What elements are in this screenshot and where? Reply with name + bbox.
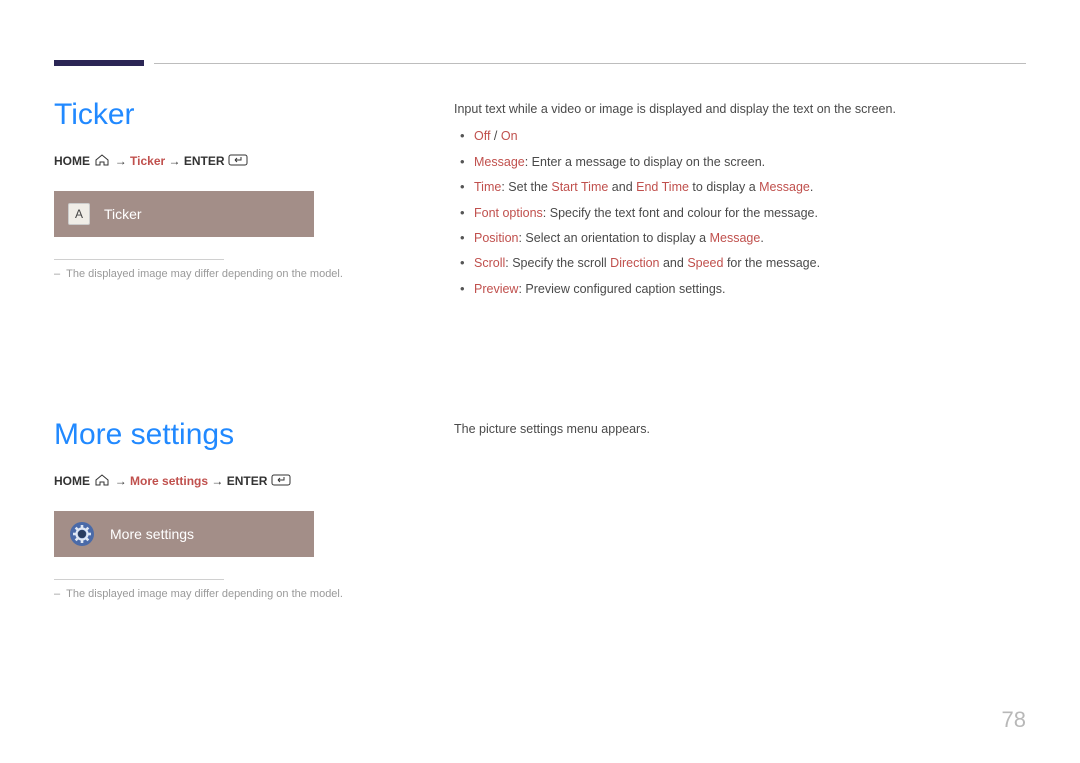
footnote-divider: [54, 579, 224, 580]
opt-on: On: [501, 129, 518, 143]
footnote-more-settings: ‒ The displayed image may differ dependin…: [54, 588, 404, 600]
list-item: Scroll: Specify the scroll Direction and…: [454, 254, 1026, 273]
t: .: [810, 180, 813, 194]
rest: : Specify the text font and colour for t…: [543, 206, 818, 220]
footnote-dash: ‒: [54, 268, 60, 280]
key: Message: [474, 155, 525, 169]
t: and: [608, 180, 636, 194]
key: Preview: [474, 282, 518, 296]
breadcrumb-enter: ENTER: [184, 154, 225, 168]
card-label: More settings: [110, 526, 194, 542]
enter-icon: [271, 474, 291, 489]
home-icon: [93, 474, 111, 489]
breadcrumb-home: HOME: [54, 154, 90, 168]
ui-card-ticker: A Ticker: [54, 191, 314, 237]
section-title-ticker: Ticker: [54, 98, 404, 132]
breadcrumb-ticker: HOME → Ticker → ENTER: [54, 154, 404, 169]
sep: /: [490, 129, 500, 143]
rest: : Enter a message to display on the scre…: [525, 155, 765, 169]
list-item: Time: Set the Start Time and End Time to…: [454, 178, 1026, 197]
footnote-divider: [54, 259, 224, 260]
arrow-icon: →: [211, 474, 223, 488]
page-number: 78: [1002, 707, 1026, 733]
breadcrumb-more-settings: HOME → More settings → ENTER: [54, 474, 404, 489]
list-item: Off / On: [454, 127, 1026, 146]
top-divider: [154, 63, 1026, 64]
list-item: Message: Enter a message to display on t…: [454, 153, 1026, 172]
t: .: [760, 231, 763, 245]
t: and: [660, 256, 688, 270]
breadcrumb-item: More settings: [130, 474, 208, 488]
t: : Select an orientation to display a: [518, 231, 709, 245]
ui-card-more-settings: More settings: [54, 511, 314, 557]
breadcrumb-enter: ENTER: [227, 474, 268, 488]
list-item: Position: Select an orientation to displ…: [454, 229, 1026, 248]
intro-text: The picture settings menu appears.: [454, 420, 1026, 439]
key: Font options: [474, 206, 543, 220]
accent-bar: [54, 60, 144, 66]
footnote-dash: ‒: [54, 588, 60, 600]
bullet-list: Off / On Message: Enter a message to dis…: [454, 127, 1026, 299]
footnote-text: The displayed image may differ depending…: [66, 588, 343, 600]
arrow-icon: →: [115, 154, 127, 168]
direction: Direction: [610, 256, 659, 270]
speed: Speed: [687, 256, 723, 270]
gear-icon: [68, 520, 96, 548]
section-title-more-settings: More settings: [54, 418, 404, 452]
message: Message: [759, 180, 810, 194]
opt-off: Off: [474, 129, 490, 143]
breadcrumb-item: Ticker: [130, 154, 165, 168]
key: Time: [474, 180, 501, 194]
list-item: Font options: Specify the text font and …: [454, 204, 1026, 223]
key: Scroll: [474, 256, 505, 270]
intro-text: Input text while a video or image is dis…: [454, 100, 1026, 119]
key: Position: [474, 231, 518, 245]
arrow-icon: →: [169, 154, 181, 168]
t: : Specify the scroll: [505, 256, 610, 270]
message: Message: [710, 231, 761, 245]
list-item: Preview: Preview configured caption sett…: [454, 280, 1026, 299]
t: for the message.: [723, 256, 820, 270]
t: to display a: [689, 180, 759, 194]
footnote-text: The displayed image may differ depending…: [66, 268, 343, 280]
arrow-icon: →: [115, 474, 127, 488]
home-icon: [93, 154, 111, 169]
end-time: End Time: [636, 180, 689, 194]
enter-icon: [228, 154, 248, 169]
badge-a: A: [68, 203, 90, 225]
t: : Set the: [501, 180, 551, 194]
start-time: Start Time: [551, 180, 608, 194]
footnote-ticker: ‒ The displayed image may differ dependin…: [54, 268, 404, 280]
breadcrumb-home: HOME: [54, 474, 90, 488]
card-label: Ticker: [104, 206, 142, 222]
rest: : Preview configured caption settings.: [518, 282, 725, 296]
